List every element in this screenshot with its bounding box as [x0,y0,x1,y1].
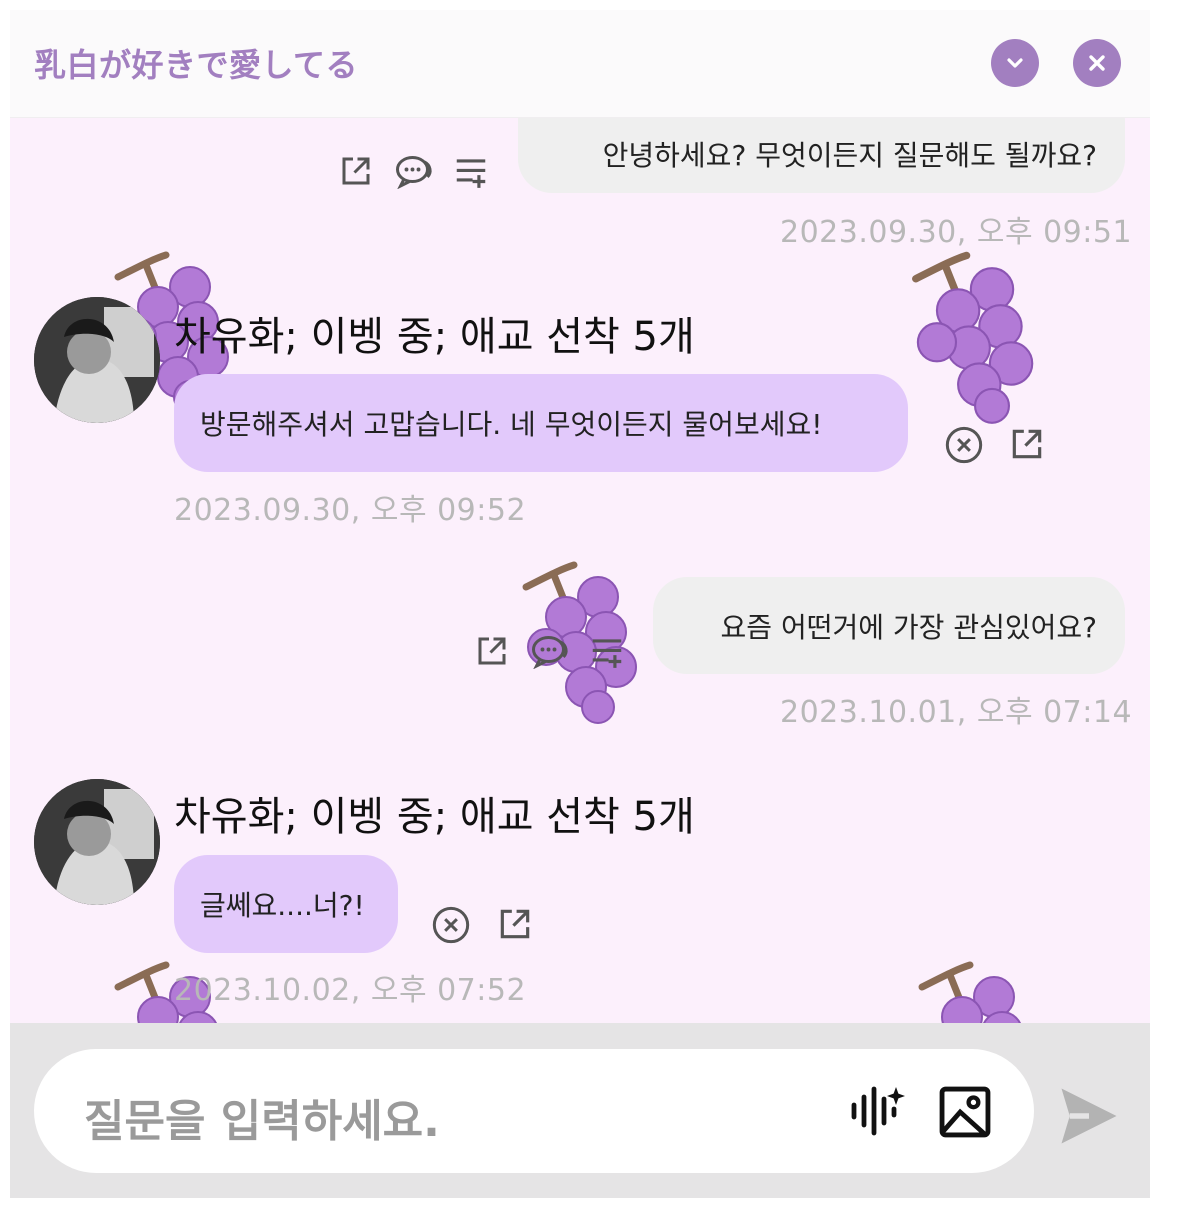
message-timestamp: 2023.09.30, 오후 09:51 [780,215,1133,250]
bot-message-bubble: 글쎄요....너?! [174,855,398,953]
share-icon[interactable] [496,905,534,943]
message-input-field[interactable]: 질문을 입력하세요. [34,1049,1034,1173]
send-icon[interactable] [1056,1083,1122,1149]
share-icon[interactable] [474,633,510,669]
share-icon[interactable] [338,153,374,189]
avatar [34,297,160,423]
close-circle-icon[interactable] [431,905,471,945]
playlist-add-icon[interactable] [452,153,490,191]
close-button[interactable] [1073,39,1121,87]
chat-panel: 乳白が好きで愛してる 안녕하세요? 무엇이든지 질문해도 될까요? 2023.0… [10,10,1150,1198]
chevron-down-icon [1007,58,1023,68]
message-text: 글쎄요....너?! [200,889,365,922]
message-timestamp: 2023.10.02, 오후 07:52 [174,973,527,1008]
grape-sticker-icon [912,251,1034,424]
bot-name: 차유화; 이벵 중; 애교 선착 5개 [174,794,695,840]
chat-bubble-icon[interactable] [530,633,570,669]
close-circle-icon[interactable] [944,425,984,465]
message-list: 안녕하세요? 무엇이든지 질문해도 될까요? 2023.09.30, 오후 09… [10,117,1150,1023]
message-text: 요즘 어떤거에 가장 관심있어요? [720,610,1097,644]
image-upload-icon[interactable] [936,1083,994,1141]
user-message-bubble: 요즘 어떤거에 가장 관심있어요? [653,577,1125,674]
share-icon[interactable] [1008,425,1046,463]
user-message-bubble: 안녕하세요? 무엇이든지 질문해도 될까요? [518,117,1125,193]
composer: 질문을 입력하세요. [10,1023,1150,1198]
message-text: 안녕하세요? 무엇이든지 질문해도 될까요? [602,139,1097,172]
playlist-add-icon[interactable] [588,633,626,671]
message-timestamp: 2023.10.01, 오후 07:14 [780,695,1133,730]
minimize-button[interactable] [991,39,1039,87]
avatar [34,779,160,905]
grape-sticker-icon [918,961,1021,1023]
voice-wave-icon[interactable] [848,1081,908,1141]
message-timestamp: 2023.09.30, 오후 09:52 [174,493,527,528]
bot-name: 차유화; 이벵 중; 애교 선착 5개 [174,314,695,360]
close-icon [1089,55,1105,71]
message-text: 방문해주셔서 고맙습니다. 네 무엇이든지 물어보세요! [200,408,823,441]
message-input-placeholder: 질문을 입력하세요. [84,1096,440,1147]
chat-bubble-icon[interactable] [394,153,434,189]
bot-message-bubble: 방문해주셔서 고맙습니다. 네 무엇이든지 물어보세요! [174,374,908,472]
grape-sticker-icon [522,561,637,724]
chat-header: 乳白が好きで愛してる [10,10,1150,118]
chat-title: 乳白が好きで愛してる [34,46,359,84]
